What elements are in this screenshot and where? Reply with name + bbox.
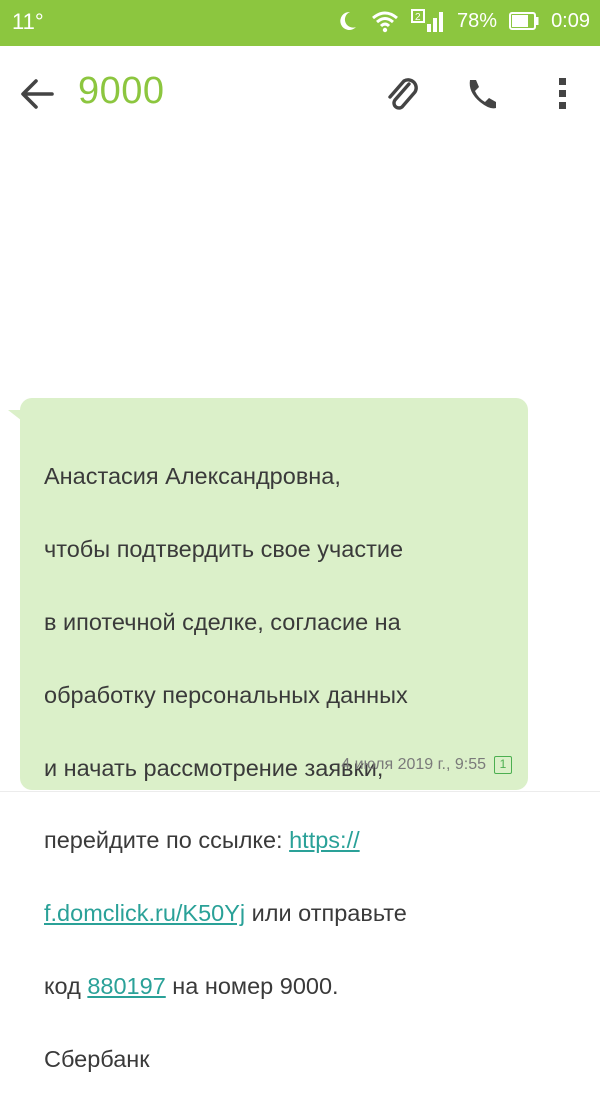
link-part-1[interactable]: https:// (289, 827, 360, 853)
message-line: f.domclick.ru/K50Yj или отправьте (44, 895, 524, 931)
verification-code-link[interactable]: 880197 (87, 973, 165, 999)
more-vertical-icon[interactable] (548, 72, 578, 116)
message-text-span: или отправьте (245, 900, 407, 927)
bubble-body: Анастасия Александровна, чтобы подтверди… (20, 398, 528, 1072)
wifi-icon (371, 9, 399, 33)
message-line: код 880197 на номер 9000. (44, 968, 524, 1004)
message-thread: Анастасия Александровна, чтобы подтверди… (0, 142, 600, 1072)
clock: 0:09 (551, 9, 590, 32)
app-bar: 9000 (0, 46, 600, 142)
temperature: 11° (12, 9, 44, 34)
battery-percent: 78% (457, 9, 498, 32)
link-part-2[interactable]: f.domclick.ru/K50Yj (44, 900, 245, 926)
message-meta: 4 июля 2019 г., 9:55 1 (341, 756, 512, 774)
message-text-span: на номер 9000. (165, 973, 339, 1000)
status-bar: 11° 2 78% 0:09 (0, 0, 600, 46)
message-line: Сбербанк (44, 1045, 150, 1072)
status-icons: 2 78% 0:09 (335, 8, 590, 34)
moon-icon (335, 9, 359, 33)
attach-icon[interactable] (382, 72, 422, 116)
battery-icon (509, 12, 539, 30)
message-line: чтобы подтвердить свое участие (44, 536, 404, 563)
message-line: Анастасия Александровна, (44, 463, 341, 490)
message-text-span: код (44, 973, 88, 1000)
sim-badge: 2 (415, 12, 421, 23)
bottom-divider (0, 791, 600, 792)
back-arrow-icon[interactable] (16, 72, 60, 116)
sim-signal-icon: 2 (411, 8, 445, 34)
contact-title: 9000 (78, 70, 165, 112)
message-line: перейдите по ссылке: https:// (44, 822, 524, 858)
message-bubble[interactable]: Анастасия Александровна, чтобы подтверди… (8, 398, 528, 1072)
message-timestamp: 4 июля 2019 г., 9:55 (341, 756, 486, 773)
message-line: обработку персональных данных (44, 681, 408, 708)
message-line: в ипотечной сделке, согласие на (44, 609, 401, 636)
phone-icon[interactable] (462, 72, 502, 116)
sim-slot-icon: 1 (494, 756, 512, 774)
message-text-span: перейдите по ссылке: (44, 827, 290, 854)
